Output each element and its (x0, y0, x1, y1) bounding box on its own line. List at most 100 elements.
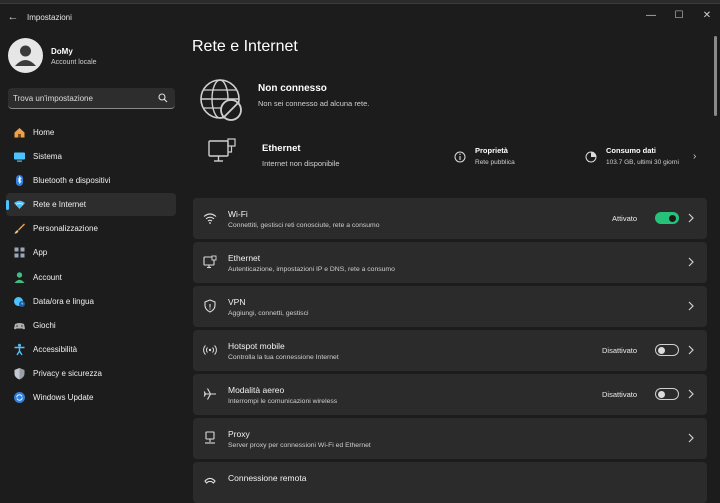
page-title: Rete e Internet (192, 38, 298, 55)
sidebar-item-label: Data/ora e lingua (33, 296, 94, 306)
wifi-toggle[interactable] (655, 212, 679, 224)
card-airplane-mode[interactable]: Modalità aereo Interrompi le comunicazio… (193, 374, 707, 415)
sidebar-item-personalizzazione[interactable]: Personalizzazione (6, 217, 176, 240)
chevron-right-icon[interactable] (687, 344, 695, 356)
toggle-knob (658, 346, 665, 354)
minimize-button[interactable]: — (640, 7, 662, 25)
sidebar-item-label: Account (33, 272, 62, 282)
sidebar-item-label: Accessibilità (33, 344, 78, 354)
sidebar-item-giochi[interactable]: Giochi (6, 314, 176, 337)
toggle-state-label: Disattivato (601, 346, 637, 355)
info-icon[interactable] (454, 151, 466, 163)
proxy-icon (205, 431, 215, 444)
sidebar-item-data-ora-lingua[interactable]: Data/ora e lingua (6, 290, 176, 313)
chevron-right-icon[interactable]: › (693, 151, 696, 162)
card-ethernet[interactable]: Ethernet Autenticazione, impostazioni IP… (193, 242, 707, 283)
profile-account-type: Account locale (51, 59, 97, 66)
card-wifi[interactable]: Wi-Fi Connettiti, gestisci reti conosciu… (193, 198, 707, 239)
toggle-state-label: Attivato (611, 214, 637, 223)
system-icon (14, 152, 25, 162)
sidebar-item-label: Bluetooth e dispositivi (33, 176, 111, 186)
card-subtitle: Aggiungi, connetti, gestisci (228, 310, 309, 317)
window-title: Impostazioni (27, 13, 72, 22)
airplane-mode-toggle[interactable] (655, 388, 679, 400)
chevron-right-icon[interactable] (687, 300, 695, 312)
connection-status-title: Non connesso (258, 83, 327, 94)
sidebar-item-bluetooth[interactable]: Bluetooth e dispositivi (6, 169, 176, 192)
gamepad-icon (14, 322, 25, 329)
card-title: VPN (228, 297, 246, 307)
properties-link[interactable]: Proprietà (475, 146, 508, 155)
card-title: Ethernet (228, 253, 261, 263)
back-button[interactable]: ← (6, 10, 20, 24)
accessibility-icon (14, 343, 25, 356)
ethernet-icon (203, 255, 217, 269)
search-icon[interactable] (158, 93, 168, 103)
card-subtitle: Autenticazione, impostazioni IP e DNS, r… (228, 266, 395, 273)
sidebar-item-rete-internet[interactable]: Rete e Internet (6, 193, 176, 217)
user-icon (15, 45, 36, 66)
ethernet-computer-icon (208, 138, 236, 162)
dialup-icon (204, 477, 216, 484)
airplane-icon (203, 388, 216, 400)
ethernet-summary: Ethernet Internet non disponibile Propri… (193, 130, 707, 180)
chevron-right-icon[interactable] (687, 432, 695, 444)
card-title: Hotspot mobile (228, 341, 285, 351)
card-hotspot[interactable]: Hotspot mobile Controlla la tua connessi… (193, 330, 707, 371)
card-vpn[interactable]: VPN Aggiungi, connetti, gestisci (193, 286, 707, 327)
search-box[interactable] (8, 88, 175, 109)
home-icon (14, 128, 25, 138)
sidebar-item-label: Privacy e sicurezza (33, 368, 102, 378)
chevron-right-icon[interactable] (687, 256, 695, 268)
globe-clock-icon (14, 296, 25, 307)
sidebar-item-label: Rete e Internet (33, 200, 86, 210)
update-icon (14, 392, 25, 404)
close-button[interactable]: ✕ (696, 7, 718, 25)
ethernet-subtitle: Internet non disponibile (262, 159, 340, 168)
data-usage-link[interactable]: Consumo dati (606, 146, 656, 155)
connection-status-subtitle: Non sei connesso ad alcuna rete. (258, 99, 370, 108)
sidebar-item-accessibilita[interactable]: Accessibilità (6, 338, 176, 361)
globe-disconnected-icon (200, 79, 242, 121)
shield-icon (14, 367, 25, 380)
title-bar: ← Impostazioni — ☐ ✕ (0, 4, 720, 32)
wifi-icon (203, 213, 217, 224)
hotspot-toggle[interactable] (655, 344, 679, 356)
network-profile-type: Rete pubblica (475, 159, 515, 166)
toggle-knob (658, 390, 665, 398)
apps-icon (14, 247, 25, 258)
chevron-right-icon[interactable] (687, 212, 695, 224)
scrollbar[interactable] (714, 36, 717, 116)
card-subtitle: Interrompi le comunicazioni wireless (228, 398, 338, 405)
card-title: Modalità aereo (228, 385, 285, 395)
profile-name: DoMy (51, 47, 73, 56)
avatar[interactable] (8, 38, 43, 73)
sidebar-item-home[interactable]: Home (6, 121, 176, 144)
data-usage-icon[interactable] (585, 151, 597, 163)
toggle-state-label: Disattivato (601, 390, 637, 399)
sidebar-item-sistema[interactable]: Sistema (6, 145, 176, 168)
sidebar-item-label: App (33, 248, 48, 258)
sidebar-item-label: Sistema (33, 152, 62, 162)
sidebar-item-privacy-sicurezza[interactable]: Privacy e sicurezza (6, 362, 176, 385)
card-proxy[interactable]: Proxy Server proxy per connessioni Wi-Fi… (193, 418, 707, 459)
sidebar-item-windows-update[interactable]: Windows Update (6, 386, 176, 409)
sidebar-nav: Home Sistema Bluetooth e dispositivi Ret… (6, 121, 176, 410)
network-icon (14, 201, 25, 210)
sidebar-item-label: Home (33, 128, 55, 137)
maximize-button[interactable]: ☐ (668, 7, 690, 25)
hotspot-icon (203, 345, 217, 355)
card-title: Wi-Fi (228, 209, 248, 219)
search-input[interactable] (13, 91, 153, 105)
active-indicator (6, 200, 9, 211)
toggle-knob (669, 214, 676, 222)
brush-icon (14, 223, 25, 234)
chevron-right-icon[interactable] (687, 388, 695, 400)
card-dialup[interactable]: Connessione remota (193, 462, 707, 503)
card-subtitle: Connettiti, gestisci reti conosciute, re… (228, 222, 380, 229)
sidebar-item-app[interactable]: App (6, 241, 176, 264)
bluetooth-icon (16, 175, 23, 187)
card-title: Connessione remota (228, 473, 307, 483)
data-usage-amount: 103.7 GB, ultimi 30 giorni (606, 159, 679, 166)
sidebar-item-account[interactable]: Account (6, 266, 176, 289)
